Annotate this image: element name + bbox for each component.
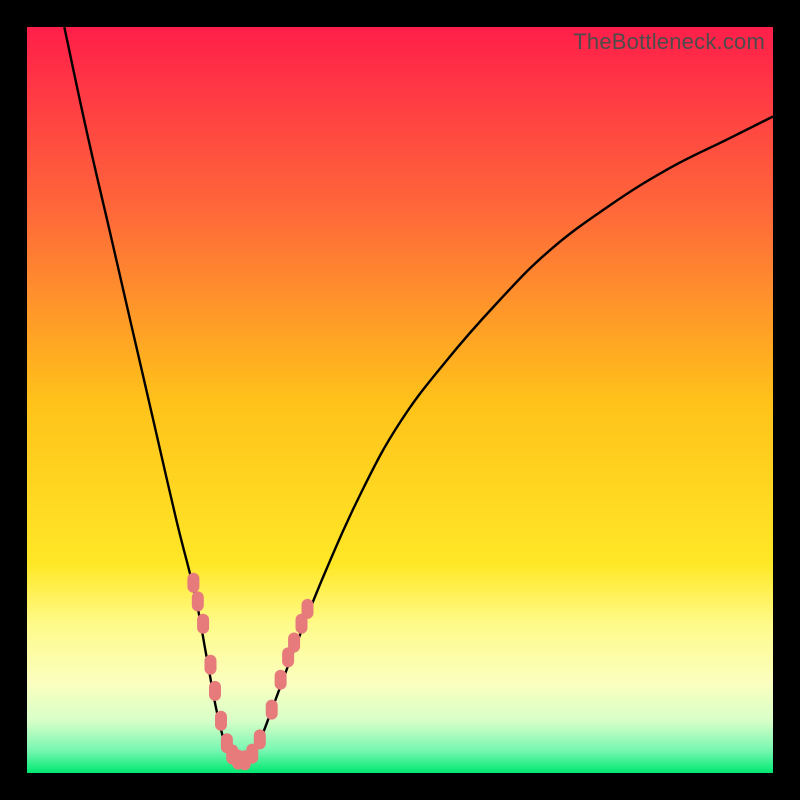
marker-dot xyxy=(275,670,287,690)
marker-dot xyxy=(215,711,227,731)
marker-dot xyxy=(254,729,266,749)
marker-dot xyxy=(197,614,209,634)
bottleneck-curve xyxy=(64,27,773,762)
marker-dot xyxy=(266,700,278,720)
marker-dot xyxy=(209,681,221,701)
marker-dot xyxy=(302,599,314,619)
watermark-text: TheBottleneck.com xyxy=(573,29,765,55)
marker-dot xyxy=(205,655,217,675)
marker-dot xyxy=(187,573,199,593)
chart-svg xyxy=(27,27,773,773)
marker-dot xyxy=(288,633,300,653)
highlight-markers xyxy=(187,573,313,771)
plot-frame: TheBottleneck.com xyxy=(27,27,773,773)
marker-dot xyxy=(192,591,204,611)
